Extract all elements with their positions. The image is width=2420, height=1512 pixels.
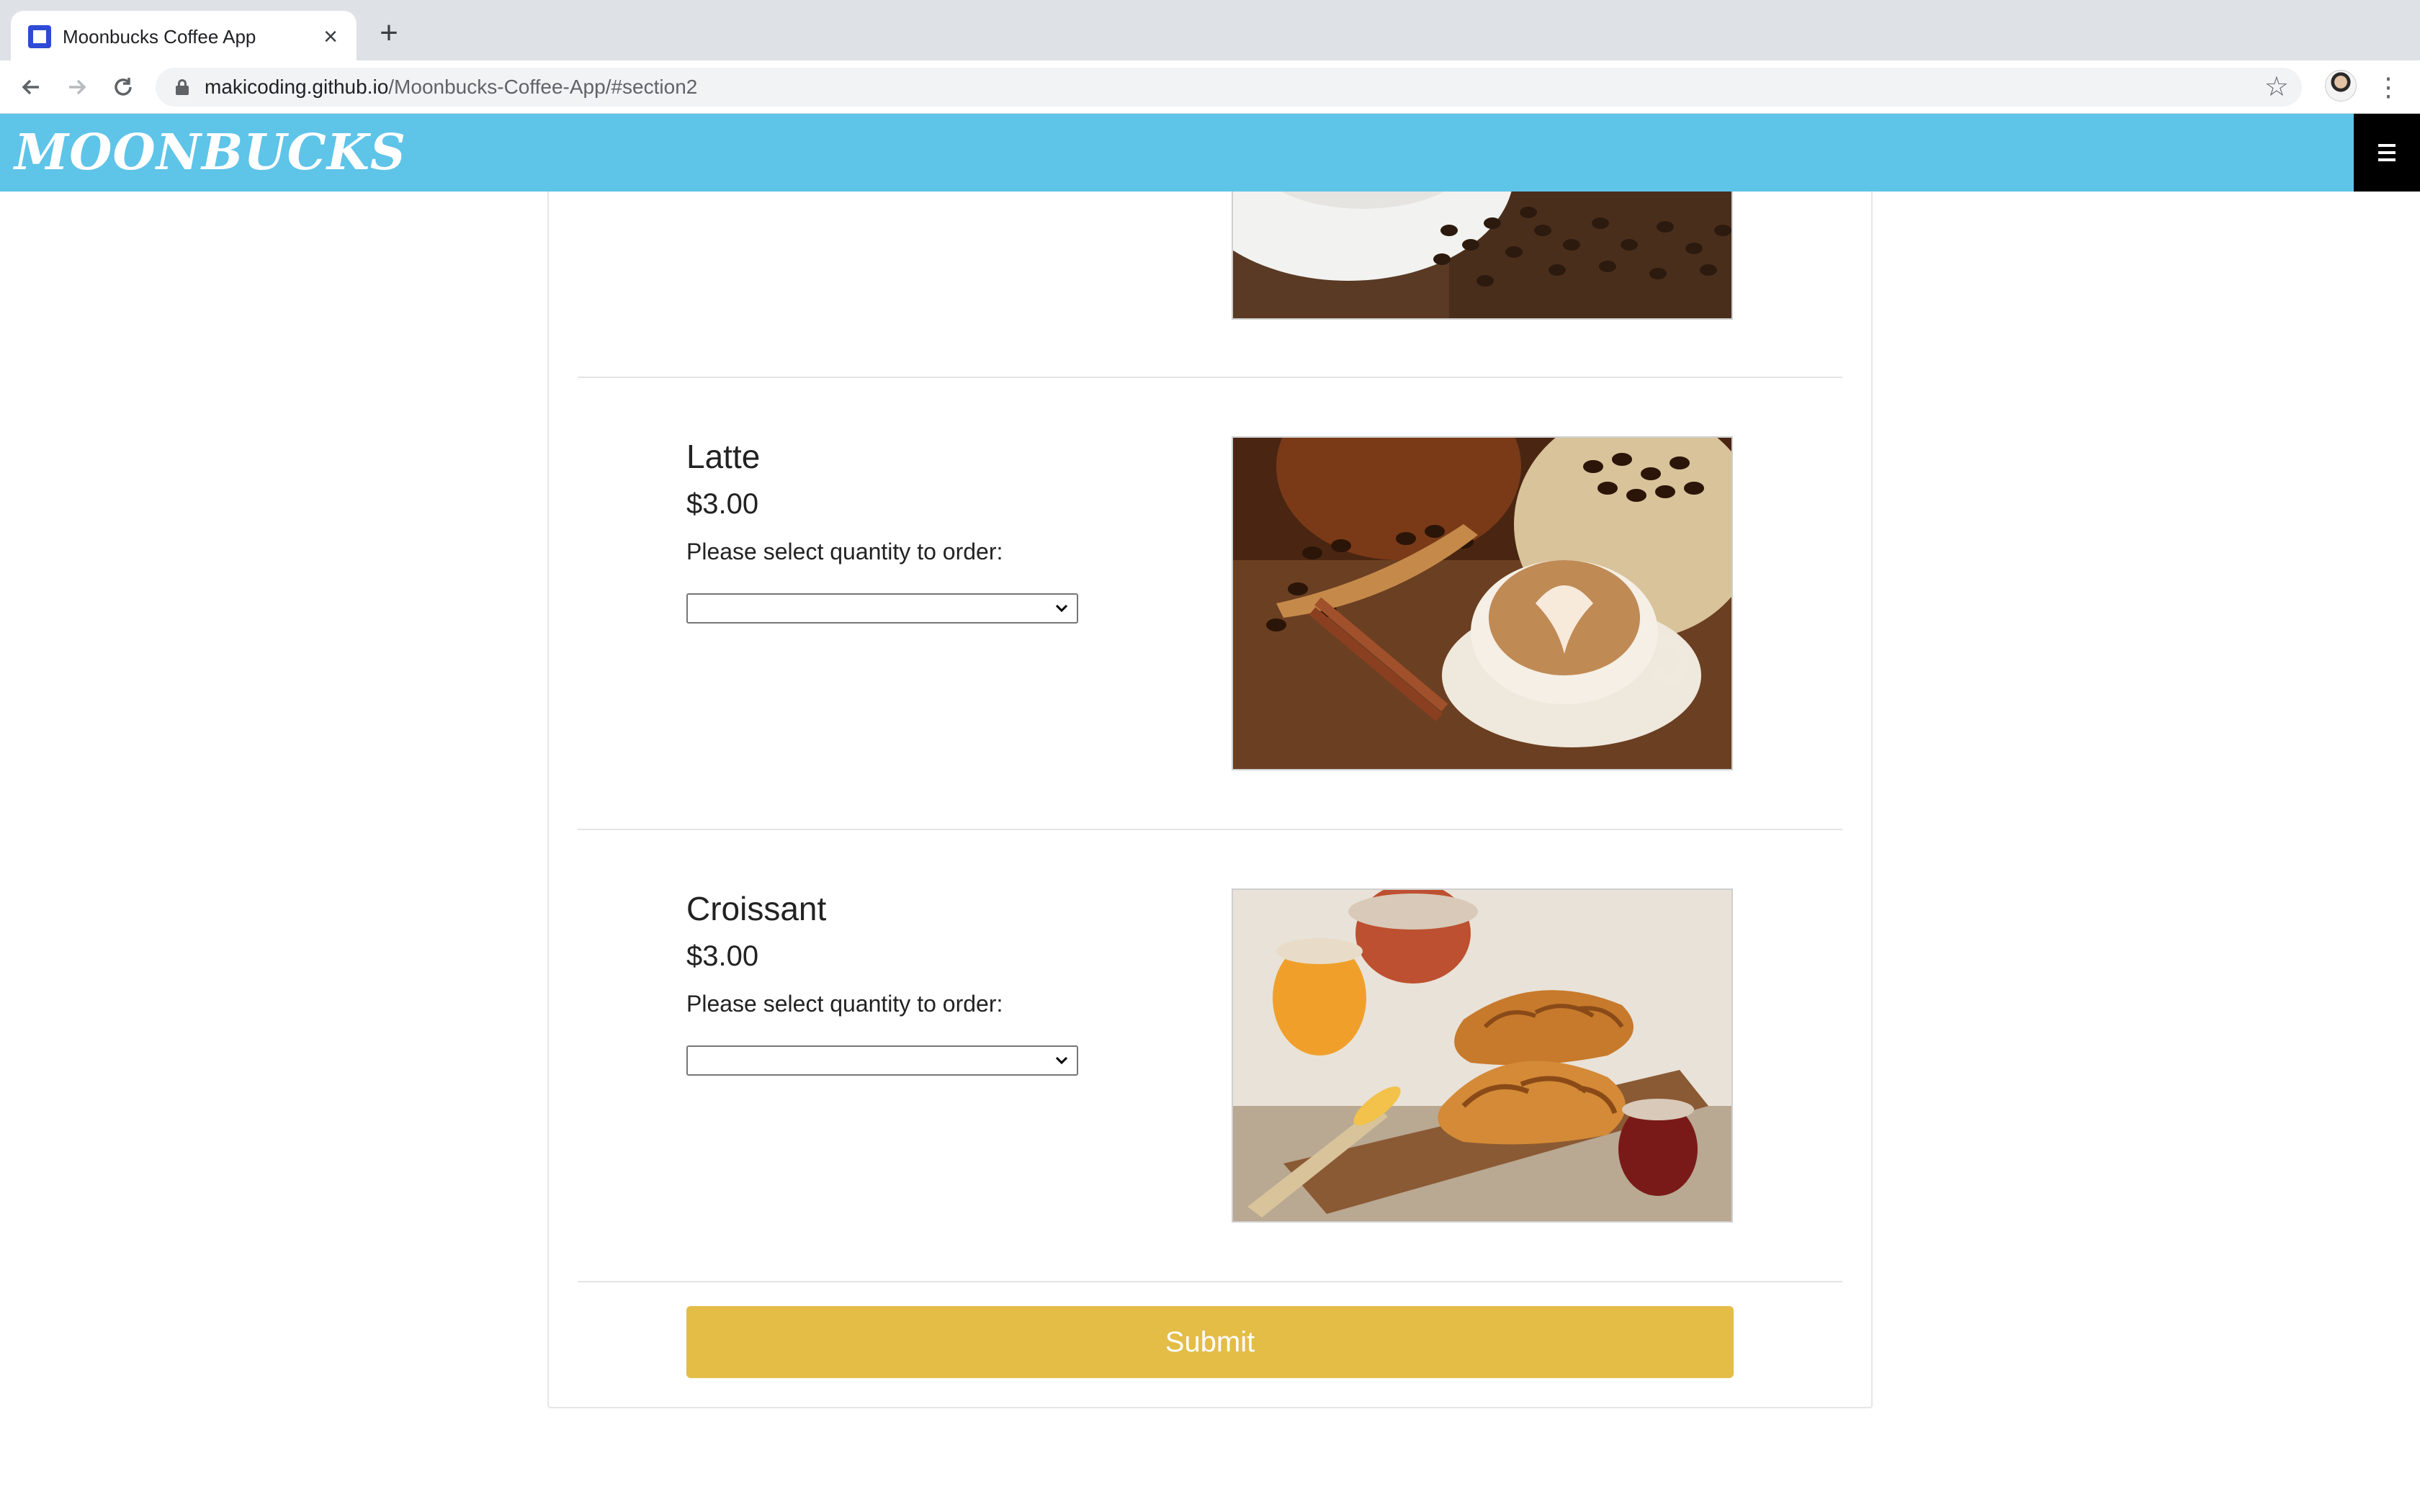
browser-toolbar: makicoding.github.io/Moonbucks-Coffee-Ap… bbox=[0, 60, 2420, 114]
item-price: $3.00 bbox=[686, 940, 759, 972]
latte-photo bbox=[1232, 436, 1733, 770]
quantity-select[interactable] bbox=[686, 1045, 1078, 1076]
brand-logo[interactable]: MOONBUCKS bbox=[14, 124, 406, 181]
submit-button[interactable]: Submit bbox=[686, 1306, 1734, 1378]
item-name: Latte bbox=[686, 438, 761, 475]
quantity-prompt: Please select quantity to order: bbox=[686, 539, 1003, 564]
site-favicon-icon bbox=[28, 25, 51, 48]
section-divider bbox=[578, 377, 1842, 378]
reload-icon[interactable] bbox=[107, 71, 140, 104]
browser-tab[interactable]: Moonbucks Coffee App × bbox=[11, 11, 357, 60]
tab-title: Moonbucks Coffee App bbox=[63, 26, 256, 48]
lock-icon[interactable] bbox=[176, 79, 189, 95]
close-icon[interactable]: × bbox=[316, 22, 345, 51]
item-price: $3.00 bbox=[686, 488, 759, 520]
croissant-photo bbox=[1232, 888, 1733, 1223]
hamburger-menu-icon[interactable] bbox=[2354, 114, 2420, 192]
url-text: makicoding.github.io/Moonbucks-Coffee-Ap… bbox=[205, 76, 698, 98]
quantity-select[interactable] bbox=[686, 593, 1078, 624]
new-tab-icon[interactable]: + bbox=[375, 17, 403, 49]
item-name: Croissant bbox=[686, 890, 827, 927]
browser-menu-icon[interactable]: ⋮ bbox=[2374, 71, 2403, 104]
browser-tab-bar: Moonbucks Coffee App × + bbox=[0, 0, 2420, 60]
section-divider bbox=[578, 1281, 1842, 1282]
section-divider bbox=[578, 829, 1842, 830]
address-bar[interactable]: makicoding.github.io/Moonbucks-Coffee-Ap… bbox=[156, 68, 2302, 107]
forward-arrow-icon[interactable] bbox=[60, 71, 94, 104]
chevron-down-icon bbox=[1055, 1056, 1068, 1065]
quantity-prompt: Please select quantity to order: bbox=[686, 991, 1003, 1017]
bookmark-star-icon[interactable]: ☆ bbox=[2264, 72, 2289, 102]
profile-avatar[interactable] bbox=[2325, 70, 2357, 102]
back-arrow-icon[interactable] bbox=[14, 71, 48, 104]
chevron-down-icon bbox=[1055, 604, 1068, 613]
site-header: MOONBUCKS bbox=[0, 114, 2420, 192]
